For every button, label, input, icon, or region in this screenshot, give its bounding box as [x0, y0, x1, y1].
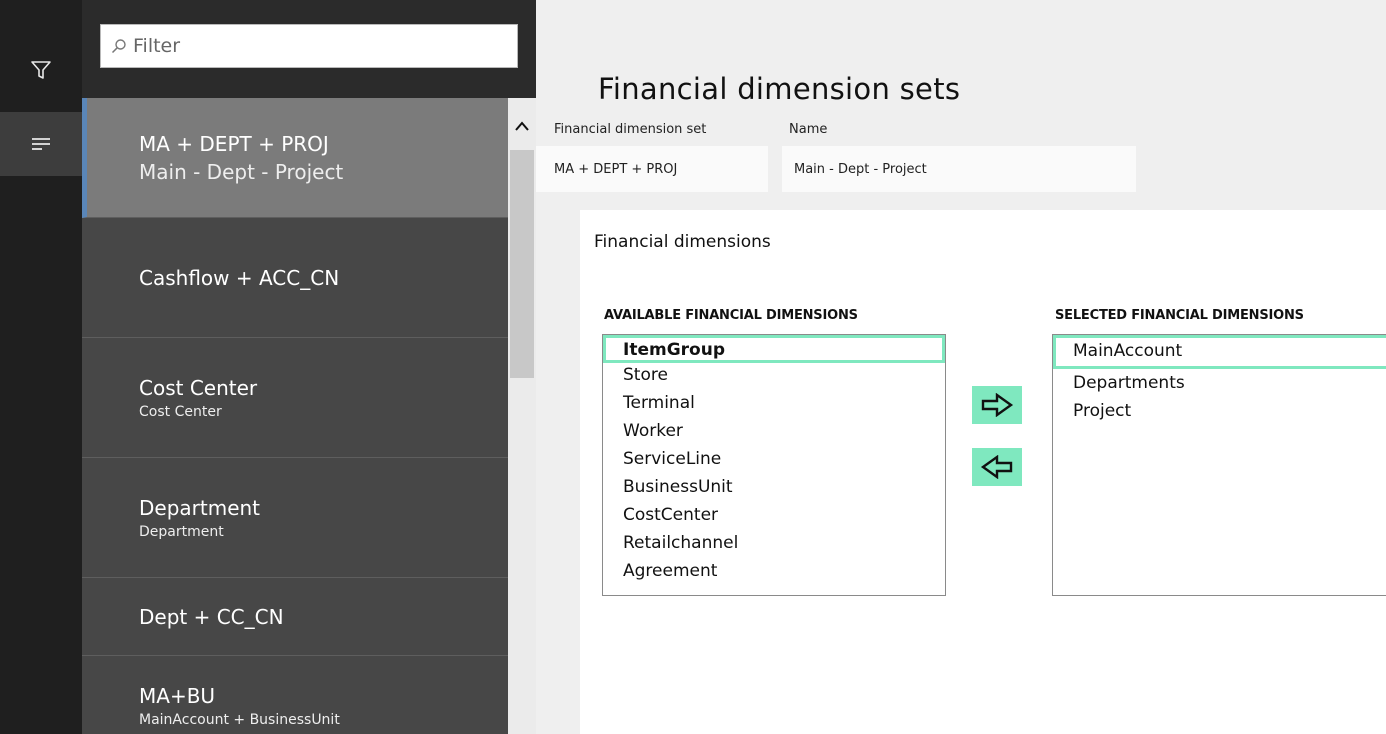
page-title: Financial dimension sets: [598, 72, 961, 106]
list-item-subtitle: Department: [139, 523, 224, 540]
remove-dimension-button[interactable]: [972, 448, 1022, 486]
list-item[interactable]: Worker: [603, 419, 945, 447]
list-item[interactable]: MainAccount: [1053, 335, 1386, 369]
list-item-subtitle: Cost Center: [139, 403, 222, 420]
list-item-title: MA+BU: [139, 683, 216, 708]
list-item[interactable]: Retailchannel: [603, 531, 945, 559]
filter-placeholder: Filter: [133, 35, 181, 57]
list-item[interactable]: Terminal: [603, 391, 945, 419]
list-item-subtitle: MainAccount + BusinessUnit: [139, 711, 340, 728]
panel-title: Financial dimensions: [594, 232, 771, 252]
selected-header: SELECTED FINANCIAL DIMENSIONS: [1055, 308, 1304, 323]
nav-rail: [0, 0, 82, 734]
list-item[interactable]: ServiceLine: [603, 447, 945, 475]
list-item[interactable]: Agreement: [603, 559, 945, 587]
record-list: MA + DEPT + PROJ Main - Dept - Project C…: [82, 98, 508, 734]
field-label-dimension-set: Financial dimension set: [554, 122, 707, 137]
list-item[interactable]: Cashflow + ACC_CN: [82, 218, 508, 338]
list-item[interactable]: Project: [1053, 397, 1386, 425]
list-item[interactable]: MA + DEPT + PROJ Main - Dept - Project: [82, 98, 508, 218]
list-item-title: Dept + CC_CN: [139, 604, 284, 629]
list-item[interactable]: Departments: [1053, 369, 1386, 397]
available-dimensions-list[interactable]: ItemGroup Store Terminal Worker ServiceL…: [602, 334, 946, 596]
list-item[interactable]: MA+BU MainAccount + BusinessUnit: [82, 656, 508, 734]
list-item-title: Cashflow + ACC_CN: [139, 265, 340, 290]
financial-dimensions-panel: Financial dimensions AVAILABLE FINANCIAL…: [580, 210, 1386, 734]
filter-toggle-button[interactable]: [0, 42, 82, 98]
available-header: AVAILABLE FINANCIAL DIMENSIONS: [604, 308, 858, 323]
filter-input[interactable]: Filter: [100, 24, 518, 68]
search-icon: [111, 39, 126, 54]
scroll-thumb[interactable]: [510, 150, 534, 378]
record-list-pane: Filter MA + DEPT + PROJ Main - Dept - Pr…: [82, 0, 536, 734]
name-field[interactable]: Main - Dept - Project: [782, 146, 1136, 192]
detail-pane: Financial dimension sets Financial dimen…: [536, 0, 1386, 734]
selected-dimensions-list[interactable]: MainAccount Departments Project: [1052, 334, 1386, 596]
field-label-name: Name: [789, 122, 828, 137]
list-scrollbar[interactable]: [508, 98, 536, 734]
list-view-button[interactable]: [0, 112, 82, 176]
dimension-set-field[interactable]: MA + DEPT + PROJ: [536, 146, 768, 192]
list-item[interactable]: Cost Center Cost Center: [82, 338, 508, 458]
funnel-icon: [31, 61, 51, 79]
arrow-right-icon: [981, 393, 1014, 417]
add-dimension-button[interactable]: [972, 386, 1022, 424]
list-item-title: Cost Center: [139, 375, 258, 400]
list-item[interactable]: Department Department: [82, 458, 508, 578]
list-item[interactable]: Store: [603, 363, 945, 391]
list-item[interactable]: Dept + CC_CN: [82, 578, 508, 656]
scroll-up-button[interactable]: [508, 118, 536, 136]
list-item-title: Department: [139, 495, 261, 520]
arrow-left-icon: [980, 455, 1013, 479]
list-item[interactable]: CostCenter: [603, 503, 945, 531]
list-item[interactable]: ItemGroup: [603, 335, 945, 363]
list-item-subtitle: Main - Dept - Project: [139, 159, 344, 184]
chevron-up-icon: [515, 121, 529, 131]
list-lines-icon: [32, 138, 50, 150]
list-item-title: MA + DEPT + PROJ: [139, 131, 329, 156]
list-item[interactable]: BusinessUnit: [603, 475, 945, 503]
